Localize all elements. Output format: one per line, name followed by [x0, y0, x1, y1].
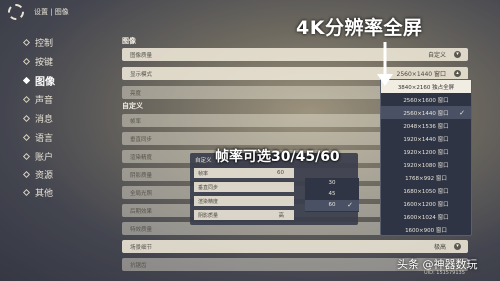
top-bar: 设置 | 图像 [0, 0, 500, 24]
sidebar-item-account[interactable]: 账户 [22, 150, 54, 163]
fps-option[interactable]: 45 [305, 189, 359, 200]
graphics-quality-value: 自定义 [427, 52, 446, 59]
dropdown-option[interactable]: 2560×1600 窗口 [381, 93, 471, 106]
dropdown-option[interactable]: 1920×1200 窗口 [381, 145, 471, 158]
fps-value: 60 [277, 170, 284, 176]
sidebar-item-label: 语言 [35, 134, 54, 144]
inset-title: 自定义 [195, 158, 212, 164]
check-icon: ✓ [347, 201, 353, 209]
diamond-icon [22, 133, 31, 142]
row-label: 垂直同步 [130, 136, 153, 143]
sidebar-item-keys[interactable]: 按键 [22, 55, 54, 68]
sidebar-item-label: 消息 [35, 115, 54, 125]
row-label: 亮度 [130, 90, 142, 97]
resolution-dropdown[interactable]: 3840×2160 独占全屏 2560×1600 窗口 2560×1440 窗口… [380, 79, 472, 236]
sidebar-item-label: 控制 [35, 39, 54, 49]
sidebar-item-label: 资源 [35, 171, 54, 181]
row-label: 帧率 [130, 118, 142, 125]
sidebar-item-label: 声音 [35, 96, 54, 106]
diamond-icon [22, 152, 31, 161]
arrow-icon [377, 42, 393, 86]
row-label: 全局光照 [130, 190, 153, 197]
dropdown-option[interactable]: 1680×1050 窗口 [381, 184, 471, 197]
sidebar-item-label: 按键 [35, 58, 54, 68]
row-label: 后期效果 [130, 208, 153, 215]
scene-detail-value: 极高 [433, 244, 446, 251]
section-title-custom: 自定义 [122, 102, 143, 110]
row-label: 阴影质量 [130, 172, 153, 179]
diamond-icon [22, 76, 31, 85]
fps-caption: 帧率可选30/45/60 [215, 149, 340, 165]
diamond-icon [22, 170, 31, 179]
breadcrumb: 设置 | 图像 [34, 8, 69, 16]
render-row[interactable]: 渲染精度 [194, 196, 294, 206]
headline-annotation: 4K分辨率全屏 [296, 17, 423, 39]
dropdown-option[interactable]: 1920×1440 窗口 [381, 132, 471, 145]
fps-option-selected[interactable]: 60 ✓ [305, 200, 359, 211]
row-label: 抗锯齿 [130, 262, 147, 269]
shadow-row[interactable]: 阴影质量 高 [194, 210, 294, 220]
vsync-row[interactable]: 垂直同步 [194, 182, 294, 192]
row-label: 渲染精度 [130, 154, 153, 161]
dropdown-option[interactable]: 1600×1200 窗口 [381, 197, 471, 210]
row-label: 图像质量 [130, 52, 153, 59]
option-label: 60 [328, 202, 336, 208]
row-label: 特效质量 [130, 226, 153, 233]
graphics-quality-row[interactable]: 图像质量 自定义 ▾ [122, 48, 468, 61]
dropdown-option[interactable]: 2048×1536 窗口 [381, 119, 471, 132]
display-mode-value: 2560×1440 窗口 [396, 71, 446, 78]
diamond-icon [22, 188, 31, 197]
row-label: 渲染精度 [198, 198, 219, 205]
diamond-icon [22, 114, 31, 123]
diamond-icon [22, 57, 31, 66]
diamond-icon [22, 38, 31, 47]
shadow-value: 高 [278, 213, 284, 219]
row-label: 垂直同步 [198, 184, 219, 191]
chevron-up-icon[interactable]: ▴ [454, 70, 461, 77]
sidebar-item-graphics[interactable]: 图像 [22, 73, 55, 88]
sidebar-item-label: 账户 [35, 153, 54, 163]
check-icon: ✓ [459, 108, 465, 117]
sidebar-item-label: 图像 [35, 77, 55, 88]
dropdown-option[interactable]: 1600×900 窗口 [381, 223, 471, 236]
fps-row[interactable]: 帧率 60 [194, 168, 294, 178]
dropdown-option[interactable]: 1920×1080 窗口 [381, 158, 471, 171]
sidebar-item-controls[interactable]: 控制 [22, 36, 54, 49]
row-label: 阴影质量 [198, 212, 219, 219]
uid-label: UID: 151579135 [424, 270, 465, 276]
row-label: 显示模式 [130, 71, 153, 78]
row-label: 场景细节 [130, 244, 153, 251]
dropdown-option[interactable]: 1600×1024 窗口 [381, 210, 471, 223]
chevron-down-icon[interactable]: ▾ [454, 51, 461, 58]
section-title-graphics: 图像 [122, 37, 136, 45]
dropdown-option[interactable]: 1768×992 窗口 [381, 171, 471, 184]
scene-detail-row[interactable]: 场景细节 极高 ▾ [122, 240, 468, 253]
chevron-down-icon[interactable]: ▾ [454, 243, 461, 250]
sidebar-item-messages[interactable]: 消息 [22, 112, 54, 125]
fps-option[interactable]: 30 [305, 178, 359, 189]
sidebar-item-audio[interactable]: 声音 [22, 93, 54, 106]
option-label: 2560×1440 窗口 [403, 110, 449, 117]
gear-icon [8, 4, 24, 20]
row-label: 帧率 [198, 170, 209, 177]
sidebar-item-other[interactable]: 其他 [22, 186, 54, 199]
sidebar-item-resources[interactable]: 资源 [22, 168, 54, 181]
sidebar-item-language[interactable]: 语言 [22, 131, 54, 144]
dropdown-option-selected[interactable]: 2560×1440 窗口 ✓ [381, 106, 471, 119]
sidebar-item-label: 其他 [35, 189, 54, 199]
fps-options-list[interactable]: 30 45 60 ✓ [305, 178, 359, 212]
diamond-icon [22, 95, 31, 104]
